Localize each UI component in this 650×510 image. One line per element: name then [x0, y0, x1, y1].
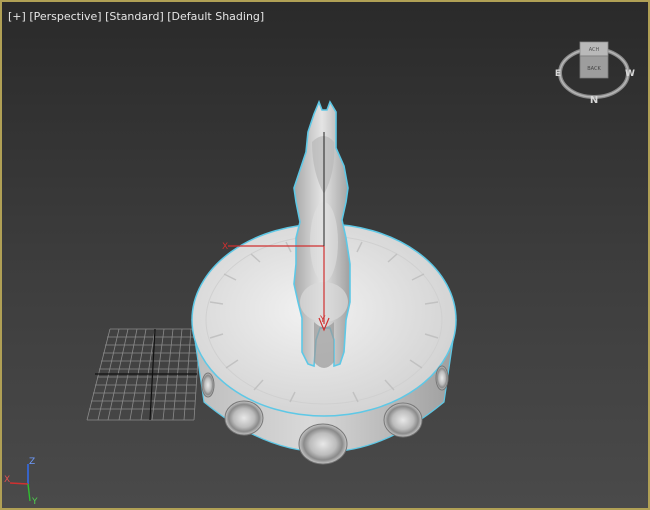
viewport-view-menu[interactable]: [Perspective] [29, 10, 101, 23]
viewport-menu-button[interactable]: [+] [8, 10, 26, 23]
gizmo-x-label: X [222, 242, 228, 252]
compass-north[interactable]: N [590, 95, 598, 106]
compass-east[interactable]: E [555, 69, 561, 79]
viewcube-cube[interactable]: ACH BACK [579, 41, 609, 79]
viewcube[interactable]: ACH BACK N E W [554, 32, 638, 106]
axis-z-label: Z [29, 457, 35, 467]
viewcube-back-face[interactable]: BACK [587, 66, 601, 72]
axis-tripod: Z X Y [4, 457, 38, 506]
axis-x-label: X [4, 475, 10, 485]
scene-canvas[interactable]: X Y [2, 2, 648, 508]
viewport-label: [+] [Perspective] [Standard] [Default Sh… [8, 10, 264, 23]
viewport-shading-menu[interactable]: [Default Shading] [167, 10, 264, 23]
compass-west[interactable]: W [625, 69, 635, 79]
axis-y-label: Y [31, 497, 38, 506]
viewport-mode-menu[interactable]: [Standard] [105, 10, 164, 23]
home-grid [86, 328, 201, 421]
viewcube-top-face[interactable]: ACH [589, 47, 600, 53]
gizmo-y-label: Y [319, 315, 326, 325]
horse-model[interactable] [293, 99, 351, 368]
perspective-viewport[interactable]: X Y [+] [Perspective] [Standard] [Defaul… [0, 0, 650, 510]
